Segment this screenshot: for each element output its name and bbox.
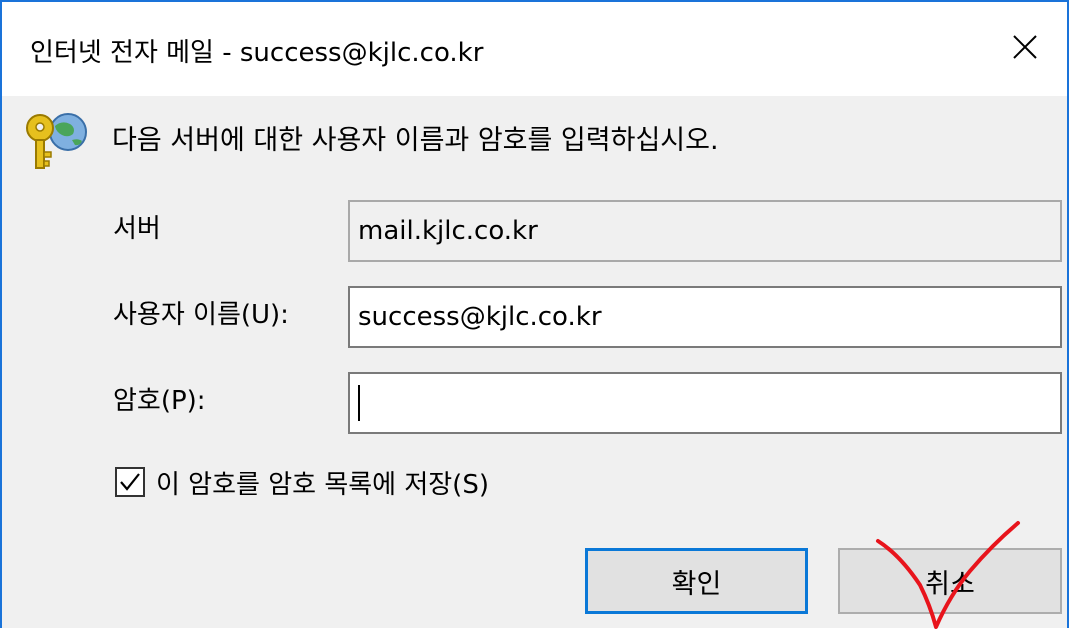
title-bar: 인터넷 전자 메일 - success@kjlc.co.kr [2,2,1067,96]
text-caret [358,385,360,421]
ok-button-label: 확인 [671,568,722,600]
login-dialog: 인터넷 전자 메일 - success@kjlc.co.kr 다음 서버에 대한… [0,0,1069,628]
dialog-body: 다음 서버에 대한 사용자 이름과 암호를 입력하십시오. 서버 mail.kj… [2,96,1067,628]
password-field[interactable] [348,372,1062,434]
checkmark-icon [117,469,143,495]
prompt-message: 다음 서버에 대한 사용자 이름과 암호를 입력하십시오. [112,125,719,156]
save-password-label[interactable]: 이 암호를 암호 목록에 저장(S) [156,464,489,501]
username-field[interactable]: success@kjlc.co.kr [348,286,1062,348]
username-value: success@kjlc.co.kr [358,302,602,332]
server-label: 서버 [113,214,161,244]
server-value: mail.kjlc.co.kr [358,216,538,246]
server-field: mail.kjlc.co.kr [348,200,1062,262]
password-label: 암호(P): [113,386,206,416]
cancel-button-label: 취소 [925,568,975,600]
window-title: 인터넷 전자 메일 - success@kjlc.co.kr [30,38,484,68]
key-globe-icon [24,110,104,176]
save-password-checkbox[interactable] [115,467,145,497]
cancel-button[interactable]: 취소 [838,548,1062,614]
close-button[interactable] [983,2,1067,96]
username-label: 사용자 이름(U): [113,300,289,330]
close-icon [1011,33,1039,65]
ok-button[interactable]: 확인 [585,548,808,614]
